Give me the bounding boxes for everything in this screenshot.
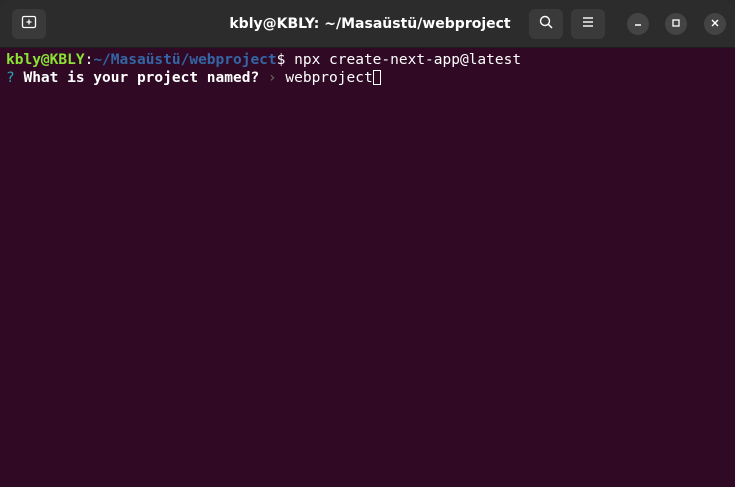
new-tab-button[interactable]: [12, 9, 46, 39]
window-title: kbly@KBLY: ~/Masaüstü/webproject: [229, 16, 511, 32]
prompt-user-host: kbly@KBLY: [6, 52, 85, 68]
prompt-colon: :: [84, 52, 94, 68]
close-icon: [710, 15, 720, 33]
new-tab-icon: [21, 14, 37, 35]
prompt-dollar: $: [276, 52, 295, 68]
maximize-icon: [671, 15, 681, 33]
menu-button[interactable]: [571, 9, 605, 39]
question-text: What is your project named?: [23, 70, 260, 86]
prompt-line: kbly@KBLY:~/Masaüstü/webproject$ npx cre…: [6, 51, 735, 69]
chevron-separator: ›: [259, 70, 286, 86]
command-text: npx create-next-app@latest: [294, 52, 522, 68]
minimize-button[interactable]: [627, 13, 649, 35]
prompt-path: ~/Masaüstü/webproject: [93, 52, 277, 68]
search-button[interactable]: [529, 9, 563, 39]
title-bar: kbly@KBLY: ~/Masaüstü/webproject: [0, 0, 735, 48]
text-cursor: [372, 70, 381, 85]
terminal-window: kbly@KBLY: ~/Masaüstü/webproject kbly@KB…: [0, 0, 735, 487]
close-button[interactable]: [704, 13, 726, 35]
question-line: ? What is your project named? › webproje…: [6, 69, 735, 87]
hamburger-menu-icon: [580, 14, 596, 35]
question-mark: ?: [6, 70, 24, 86]
minimize-icon: [633, 15, 643, 33]
maximize-button[interactable]: [665, 13, 687, 35]
answer-input[interactable]: webproject: [285, 70, 372, 86]
terminal-output[interactable]: kbly@KBLY:~/Masaüstü/webproject$ npx cre…: [0, 48, 735, 487]
search-icon: [538, 14, 554, 35]
